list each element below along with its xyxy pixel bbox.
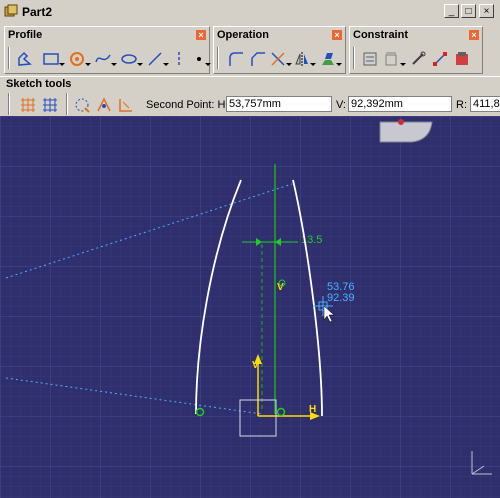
fix-together-tool-button[interactable]	[408, 49, 428, 69]
project-3d-tool-button[interactable]	[318, 49, 338, 69]
toolbar-separator	[66, 93, 68, 115]
snap-to-point-button[interactable]	[40, 95, 60, 115]
ellipse-icon	[121, 54, 137, 64]
mirror-tool-button[interactable]	[292, 49, 312, 69]
v-coordinate-label: V:	[336, 99, 346, 111]
dimension-icon	[119, 99, 132, 112]
constraint-icon	[385, 52, 397, 66]
spline-icon	[95, 54, 111, 63]
snap-icon	[43, 98, 57, 112]
maximize-button[interactable]: □	[461, 4, 476, 18]
constraints-dialog-button[interactable]	[360, 49, 380, 69]
construction-icon	[75, 98, 90, 113]
window-title: Part2	[22, 5, 53, 19]
sketch-grid	[0, 116, 500, 498]
dropdown-arrow-icon[interactable]	[205, 63, 211, 66]
h-coordinate-input[interactable]	[226, 96, 332, 112]
dropdown-arrow-icon[interactable]	[400, 63, 406, 66]
circle-tool-button[interactable]	[67, 49, 87, 69]
v-axis-label: V	[252, 360, 259, 371]
h-axis-label: H	[309, 404, 316, 415]
multi-constraint-icon	[456, 52, 468, 65]
profile-tool-button[interactable]	[15, 49, 35, 69]
trim-icon	[271, 52, 285, 66]
second-point-h-label: Second Point: H:	[146, 99, 229, 111]
profile-close-icon[interactable]: ×	[196, 30, 206, 40]
chamfer-tool-button[interactable]	[248, 49, 268, 69]
anchor-icon	[412, 51, 426, 65]
dropdown-arrow-icon[interactable]	[111, 63, 117, 66]
dropdown-arrow-icon[interactable]	[85, 63, 91, 66]
toolbar-handle[interactable]	[8, 47, 10, 69]
geometric-constraints-button[interactable]	[94, 95, 114, 115]
animate-constraint-button[interactable]	[430, 49, 450, 69]
close-button[interactable]: ×	[479, 4, 494, 18]
mirror-icon	[295, 52, 308, 66]
corner-icon	[229, 52, 243, 66]
axis-icon	[178, 52, 180, 66]
dropdown-arrow-icon[interactable]	[137, 63, 143, 66]
constraint-toolbar-title: Constraint	[353, 29, 408, 41]
sketch-canvas[interactable]: 13.5 V V H 53.76 92.39	[0, 116, 500, 498]
line-icon	[148, 52, 162, 66]
v-coordinate-input[interactable]	[348, 96, 452, 112]
constraint-toolbar: Constraint ×	[349, 26, 483, 74]
profile-toolbar: Profile ×	[4, 26, 211, 74]
grid-toggle-button[interactable]	[18, 95, 38, 115]
sketch-tools-title: Sketch tools	[6, 78, 72, 90]
rectangle-tool-button[interactable]	[41, 49, 61, 69]
ellipse-tool-button[interactable]	[119, 49, 139, 69]
edit-multi-constraint-button[interactable]	[452, 49, 472, 69]
operation-toolbar: Operation ×	[213, 26, 346, 74]
sketch-tools-toolbar: Sketch tools Second Point: H: V: R:	[0, 76, 500, 117]
sketch-viewport[interactable]: 13.5 V V H 53.76 92.39	[0, 116, 500, 498]
trim-tool-button[interactable]	[268, 49, 288, 69]
toolbar-area: Profile × Operation × Constraint ×	[0, 24, 500, 76]
toolbar-handle[interactable]	[353, 47, 355, 69]
profile-icon	[18, 51, 32, 66]
cursor-coord-y: 92.39	[327, 292, 355, 304]
v-direction-label: V	[277, 282, 284, 293]
line-tool-button[interactable]	[145, 49, 165, 69]
spline-tool-button[interactable]	[93, 49, 113, 69]
geometric-constraint-icon	[97, 97, 111, 112]
circle-icon	[70, 52, 84, 66]
construction-element-button[interactable]	[72, 95, 92, 115]
grid-icon	[21, 98, 35, 112]
dropdown-arrow-icon[interactable]	[310, 63, 316, 66]
minimize-button[interactable]: _	[444, 4, 459, 18]
project-icon	[322, 53, 334, 65]
rectangle-icon	[43, 53, 59, 65]
window-titlebar: Part2 _ □ ×	[0, 0, 500, 25]
r-label: R:	[456, 99, 467, 111]
axis-tool-button[interactable]	[169, 49, 189, 69]
chamfer-icon	[251, 52, 265, 66]
profile-toolbar-title: Profile	[8, 29, 43, 41]
part-icon	[4, 4, 18, 17]
r-input[interactable]	[470, 96, 500, 112]
dropdown-arrow-icon[interactable]	[59, 63, 65, 66]
toolbar-handle[interactable]	[8, 93, 10, 115]
dimensional-constraints-button[interactable]	[116, 95, 136, 115]
constraint-close-icon[interactable]: ×	[469, 30, 479, 40]
constraint-dialog-icon	[363, 52, 377, 66]
dropdown-arrow-icon[interactable]	[336, 63, 342, 66]
corner-tool-button[interactable]	[226, 49, 246, 69]
operation-toolbar-title: Operation	[217, 29, 269, 41]
compass-marker	[398, 119, 404, 125]
toolbar-handle[interactable]	[217, 47, 219, 69]
point-tool-button[interactable]	[189, 49, 209, 69]
operation-close-icon[interactable]: ×	[332, 30, 342, 40]
constraint-tool-button[interactable]	[382, 49, 402, 69]
animate-icon	[433, 52, 447, 66]
